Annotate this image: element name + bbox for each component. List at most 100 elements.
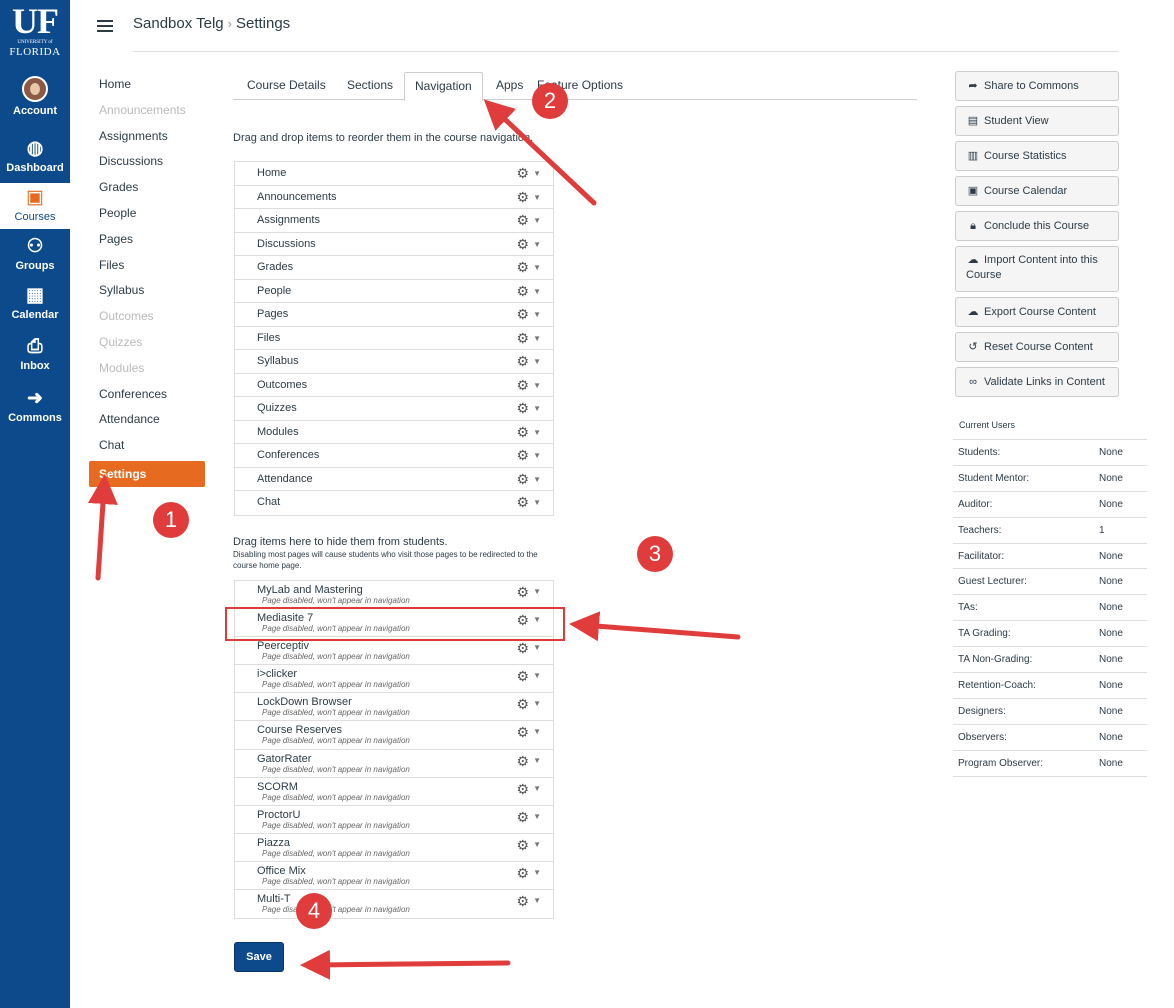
gear-icon[interactable]: ⚙ [516,162,529,185]
course-nav-files[interactable]: Files [99,255,209,281]
nav-list-item[interactable]: Modules ⚙ ▼ [235,421,553,444]
course-nav-quizzes[interactable]: Quizzes [99,332,209,358]
gear-icon[interactable]: ⚙ [516,327,529,350]
uf-logo[interactable]: UF UNIVERSITY of FLORIDA [0,0,70,70]
gear-icon[interactable]: ⚙ [516,696,529,713]
global-nav-dashboard[interactable]: ◍ Dashboard [0,138,70,178]
caret-down-icon[interactable]: ▼ [533,725,541,739]
caret-down-icon[interactable]: ▼ [533,697,541,711]
gear-icon[interactable]: ⚙ [516,397,529,420]
gear-icon[interactable]: ⚙ [516,444,529,467]
hidden-list-item[interactable]: Peerceptiv Page disabled, won't appear in… [235,637,553,666]
gear-icon[interactable]: ⚙ [516,303,529,326]
nav-list-item[interactable]: Syllabus ⚙ ▼ [235,350,553,374]
course-nav-home[interactable]: Home [99,74,209,100]
course-nav-settings[interactable]: Settings [89,460,205,487]
gear-icon[interactable]: ⚙ [516,865,529,882]
hidden-list-item[interactable]: ProctorU Page disabled, won't appear in n… [235,806,553,834]
nav-list-item[interactable]: Pages ⚙ ▼ [235,303,553,327]
nav-list-item[interactable]: Files ⚙ ▼ [235,327,553,350]
caret-down-icon[interactable]: ▼ [533,669,541,683]
course-nav-people[interactable]: People [99,203,209,229]
gear-icon[interactable]: ⚙ [516,724,529,741]
caret-down-icon[interactable]: ▼ [533,810,541,824]
course-nav-syllabus[interactable]: Syllabus [99,280,209,306]
nav-list-item[interactable]: Discussions ⚙ ▼ [235,233,553,256]
gear-icon[interactable]: ⚙ [516,668,529,685]
hidden-list-item[interactable]: GatorRater Page disabled, won't appear in… [235,750,553,778]
course-nav-outcomes[interactable]: Outcomes [99,306,209,332]
export-content-button[interactable]: ☁ Export Course Content [955,297,1119,327]
validate-links-button[interactable]: ∞ Validate Links in Content [955,367,1119,397]
caret-down-icon[interactable]: ▼ [533,641,541,655]
course-calendar-button[interactable]: ▣ Course Calendar [955,176,1119,206]
caret-down-icon[interactable]: ▼ [533,256,541,279]
caret-down-icon[interactable]: ▼ [533,209,541,232]
tab-sections[interactable]: Sections [347,78,393,92]
hidden-list-item[interactable]: Piazza Page disabled, won't appear in nav… [235,834,553,862]
caret-down-icon[interactable]: ▼ [533,585,541,599]
caret-down-icon[interactable]: ▼ [533,894,541,908]
nav-list-item[interactable]: Conferences ⚙ ▼ [235,444,553,468]
global-nav-calendar[interactable]: ▦ Calendar [0,285,70,325]
nav-list-item[interactable]: Home ⚙ ▼ [235,162,553,186]
caret-down-icon[interactable]: ▼ [533,162,541,185]
course-nav-announcements[interactable]: Announcements [99,100,209,126]
gear-icon[interactable]: ⚙ [516,280,529,303]
course-nav-discussions[interactable]: Discussions [99,151,209,177]
course-nav-assignments[interactable]: Assignments [99,126,209,152]
nav-list-item[interactable]: People ⚙ ▼ [235,280,553,303]
global-nav-inbox[interactable]: ⎙ Inbox [0,336,70,376]
gear-icon[interactable]: ⚙ [516,837,529,854]
gear-icon[interactable]: ⚙ [516,186,529,209]
hidden-list-item[interactable]: SCORM Page disabled, won't appear in navi… [235,778,553,806]
gear-icon[interactable]: ⚙ [516,421,529,444]
course-nav-grades[interactable]: Grades [99,177,209,203]
gear-icon[interactable]: ⚙ [516,781,529,798]
gear-icon[interactable]: ⚙ [516,468,529,491]
gear-icon[interactable]: ⚙ [516,374,529,397]
nav-list-item[interactable]: Chat ⚙ ▼ [235,491,553,515]
breadcrumb-course-link[interactable]: Sandbox Telg [133,15,224,32]
gear-icon[interactable]: ⚙ [516,209,529,232]
course-nav-conferences[interactable]: Conferences [99,384,209,410]
hidden-list-item[interactable]: LockDown Browser Page disabled, won't app… [235,693,553,722]
caret-down-icon[interactable]: ▼ [533,838,541,852]
gear-icon[interactable]: ⚙ [516,491,529,514]
caret-down-icon[interactable]: ▼ [533,421,541,444]
nav-list-item[interactable]: Announcements ⚙ ▼ [235,186,553,209]
caret-down-icon[interactable]: ▼ [533,782,541,796]
course-nav-chat[interactable]: Chat [99,435,209,461]
gear-icon[interactable]: ⚙ [516,233,529,256]
share-to-commons-button[interactable]: ➦ Share to Commons [955,71,1119,101]
caret-down-icon[interactable]: ▼ [533,468,541,491]
gear-icon[interactable]: ⚙ [516,640,529,657]
gear-icon[interactable]: ⚙ [516,753,529,770]
caret-down-icon[interactable]: ▼ [533,397,541,420]
caret-down-icon[interactable]: ▼ [533,280,541,303]
nav-list-item[interactable]: Attendance ⚙ ▼ [235,468,553,491]
gear-icon[interactable]: ⚙ [516,256,529,279]
hidden-list-item[interactable]: MyLab and Mastering Page disabled, won't … [235,581,553,610]
reset-content-button[interactable]: ↺ Reset Course Content [955,332,1119,362]
caret-down-icon[interactable]: ▼ [533,754,541,768]
gear-icon[interactable]: ⚙ [516,809,529,826]
caret-down-icon[interactable]: ▼ [533,186,541,209]
nav-list-item[interactable]: Assignments ⚙ ▼ [235,209,553,233]
conclude-course-button[interactable]: 🔒︎ Conclude this Course [955,211,1119,241]
gear-icon[interactable]: ⚙ [516,584,529,601]
global-nav-account[interactable]: Account [0,76,70,122]
tab-course-details[interactable]: Course Details [247,78,326,92]
gear-icon[interactable]: ⚙ [516,893,529,910]
import-content-button[interactable]: ☁ Import Content into this Course [955,246,1119,292]
nav-list-item[interactable]: Grades ⚙ ▼ [235,256,553,280]
nav-list-item[interactable]: Outcomes ⚙ ▼ [235,374,553,397]
caret-down-icon[interactable]: ▼ [533,491,541,514]
tab-apps[interactable]: Apps [496,78,523,92]
hamburger-menu-icon[interactable] [97,20,113,32]
caret-down-icon[interactable]: ▼ [533,303,541,326]
tab-navigation[interactable]: Navigation [404,72,483,101]
student-view-button[interactable]: ▤ Student View [955,106,1119,136]
caret-down-icon[interactable]: ▼ [533,374,541,397]
caret-down-icon[interactable]: ▼ [533,327,541,350]
